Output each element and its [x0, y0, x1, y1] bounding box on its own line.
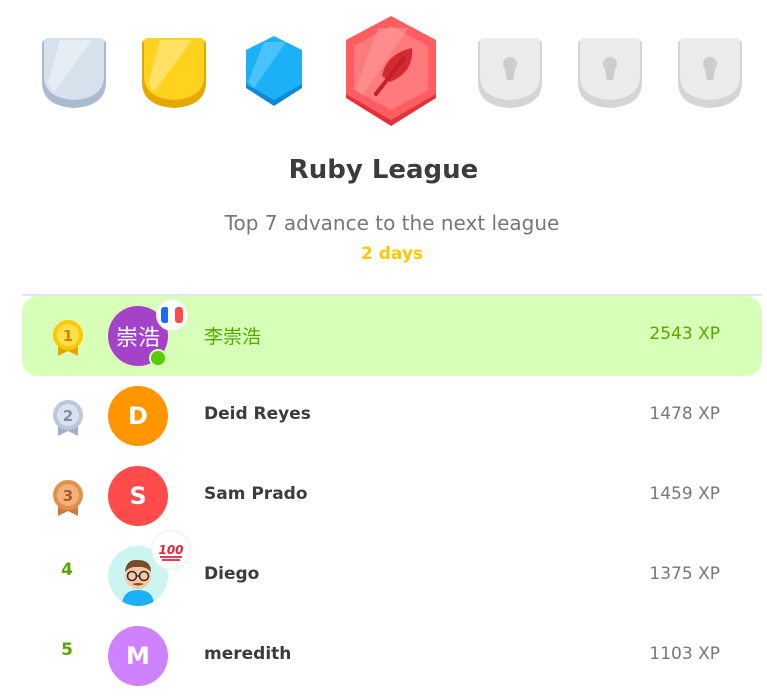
- leaderboard-row[interactable]: 5 M meredith 1103 XP: [22, 616, 762, 696]
- avatar[interactable]: S: [108, 466, 168, 526]
- user-xp: 1478 XP: [649, 404, 720, 424]
- user-name[interactable]: 李崇浩: [204, 322, 261, 349]
- svg-text:2: 2: [63, 407, 73, 425]
- leaderboard-row-current-user[interactable]: 1 崇浩 李崇浩 2543 XP: [22, 296, 762, 376]
- leaderboard-row[interactable]: 4 100 Diego 1375 XP: [22, 531, 762, 616]
- user-name[interactable]: Diego: [204, 564, 259, 584]
- locked-league-icon: [678, 38, 742, 108]
- league-badges: [0, 0, 767, 140]
- user-name[interactable]: meredith: [204, 644, 291, 664]
- locked-league-icon: [478, 38, 542, 108]
- user-name[interactable]: Sam Prado: [204, 484, 308, 504]
- user-xp: 1375 XP: [649, 564, 720, 584]
- ruby-league-icon[interactable]: [342, 14, 440, 130]
- bronze-medal-icon: 3: [53, 480, 83, 516]
- leaderboard-row[interactable]: 2 D Deid Reyes 1478 XP: [22, 376, 762, 456]
- avatar[interactable]: M: [108, 626, 168, 686]
- rank-number: 4: [61, 560, 73, 580]
- gold-medal-icon: 1: [53, 320, 83, 356]
- user-xp: 1103 XP: [649, 644, 720, 664]
- svg-text:3: 3: [63, 487, 73, 505]
- hundred-points-sticker-icon: 100: [152, 531, 190, 569]
- rank-number: 5: [61, 640, 73, 660]
- user-xp: 2543 XP: [649, 324, 720, 344]
- gold-league-icon[interactable]: [140, 36, 208, 110]
- svg-text:1: 1: [63, 327, 73, 345]
- silver-league-icon[interactable]: [40, 36, 108, 110]
- svg-text:100: 100: [158, 543, 183, 557]
- silver-medal-icon: 2: [53, 400, 83, 436]
- avatar[interactable]: D: [108, 386, 168, 446]
- locked-league-icon: [578, 38, 642, 108]
- leaderboard-row[interactable]: 3 S Sam Prado 1459 XP: [22, 456, 762, 536]
- time-remaining: 2 days: [360, 244, 424, 264]
- user-xp: 1459 XP: [649, 484, 720, 504]
- sapphire-league-icon[interactable]: [242, 34, 306, 110]
- user-name[interactable]: Deid Reyes: [204, 404, 311, 424]
- league-title: Ruby League: [288, 155, 479, 185]
- online-status-indicator: [149, 349, 167, 367]
- france-flag-icon: [157, 300, 187, 330]
- league-subtitle: Top 7 advance to the next league: [224, 211, 560, 235]
